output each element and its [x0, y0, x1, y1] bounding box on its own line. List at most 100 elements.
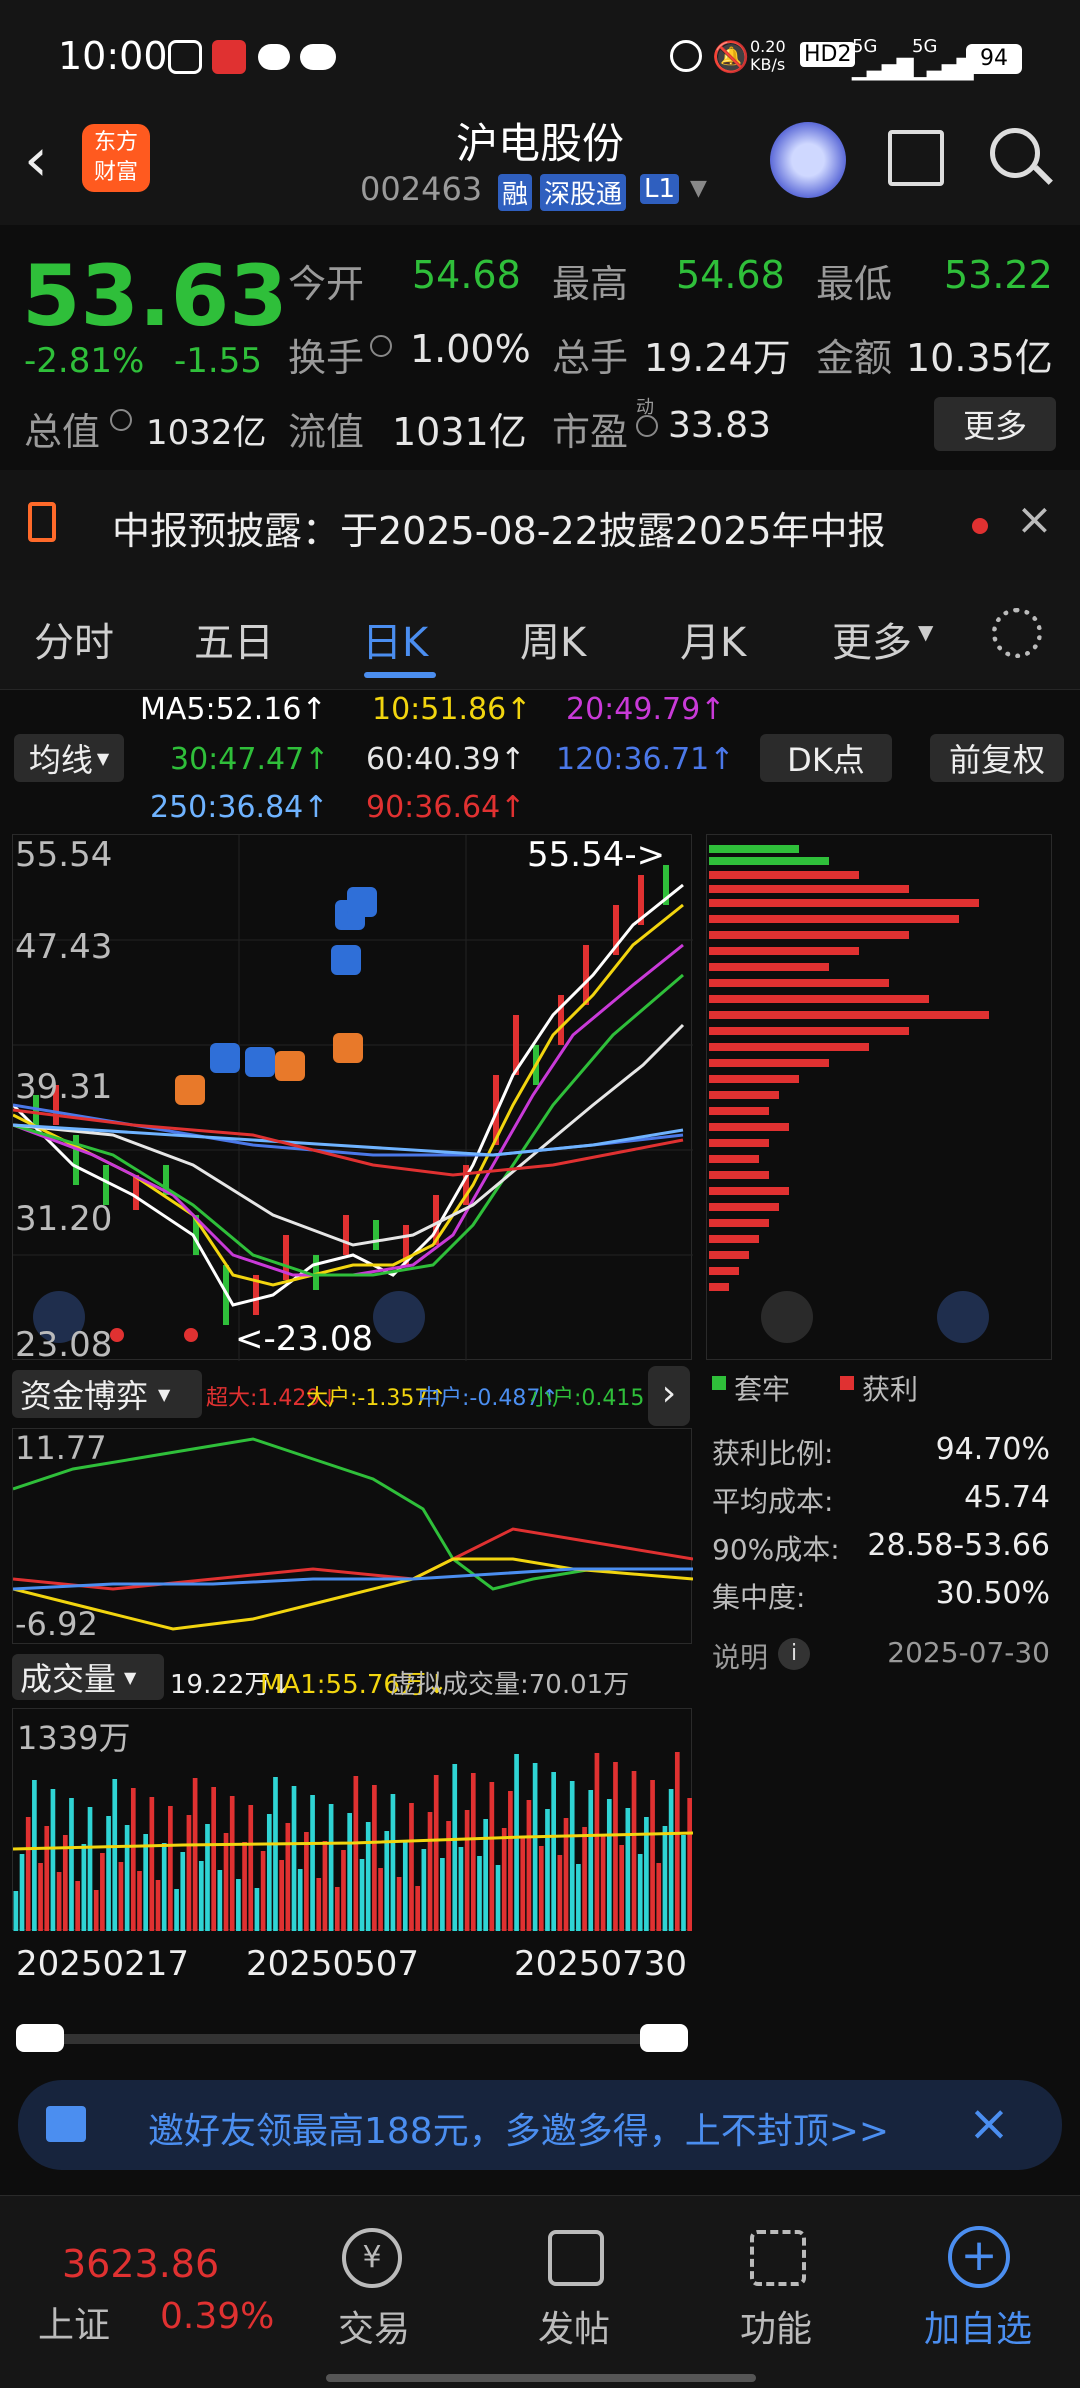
info-icon-pe[interactable] [636, 415, 658, 437]
volume-bar [236, 1879, 241, 1931]
indicator-selector-button[interactable]: 资金博弈 ▼ [12, 1370, 202, 1418]
chip-bar [709, 1107, 769, 1115]
ma-item: MA5:52.16↑ [140, 692, 327, 727]
chip-stat-label: 集中度: [712, 1581, 806, 1614]
add-watchlist-icon[interactable]: + [948, 2226, 1010, 2288]
signal-5g-2: 5G [912, 36, 938, 57]
volume-bar [69, 1798, 74, 1931]
volume-bar [347, 1813, 352, 1931]
volume-bar [594, 1753, 600, 1931]
close-icon[interactable]: × [1016, 494, 1053, 545]
scroll-left-button[interactable] [373, 1291, 425, 1343]
volume-bar [304, 1832, 309, 1931]
capital-chart[interactable]: 11.77 -6.92 [12, 1428, 694, 1644]
mute-icon: 🔕 [712, 40, 750, 75]
range-slider-track[interactable] [20, 2034, 686, 2044]
taobao-notification-icon [212, 40, 246, 74]
volume-selector-button[interactable]: 成交量 ▼ [12, 1654, 164, 1700]
mktcap-label: 总值 [24, 410, 101, 454]
next-indicator-icon[interactable]: › [648, 1366, 690, 1426]
close-banner-icon[interactable]: × [968, 2094, 1010, 2152]
signal-b-marker[interactable] [275, 1051, 305, 1081]
volume-bar [464, 1810, 470, 1931]
nav-post[interactable]: 发帖 [538, 2300, 610, 2352]
tab-five-day[interactable]: 五日 [194, 610, 274, 668]
invite-banner[interactable]: 邀好友领最高188元，多邀多得，上不封顶>> × [18, 2080, 1062, 2170]
volume-bar [260, 1851, 266, 1931]
volume-bar [180, 1852, 186, 1931]
signal-t-marker[interactable] [175, 1075, 205, 1105]
nav-trade[interactable]: 交易 [338, 2300, 410, 2352]
volume-bar [625, 1808, 631, 1931]
nav-add-watchlist[interactable]: 加自选 [924, 2300, 1032, 2352]
volume-bar [390, 1794, 396, 1931]
volume-bar [384, 1831, 390, 1931]
tab-daily-k[interactable]: 日K [362, 610, 428, 668]
volume-bar [532, 1763, 538, 1931]
info-icon-mktcap[interactable] [110, 409, 132, 431]
signal-t-marker[interactable] [333, 1033, 363, 1063]
change-pct: -2.81% [24, 341, 145, 381]
tag-l1: L1 [640, 174, 680, 204]
trade-icon[interactable]: ¥ [342, 2228, 402, 2288]
search-icon[interactable] [990, 128, 1040, 178]
candle [558, 995, 564, 1045]
volume-chart[interactable]: 1339万 [12, 1708, 694, 1931]
chip-bar [709, 885, 909, 893]
chip-next-button[interactable] [761, 1291, 813, 1343]
volume-bar [118, 1862, 124, 1931]
volume-bar [569, 1781, 575, 1931]
features-grid-icon[interactable] [750, 2230, 806, 2286]
volume-bar [415, 1886, 420, 1931]
adjust-mode-button[interactable]: 前复权 [930, 734, 1064, 782]
index-value[interactable]: 3623.86 [62, 2242, 219, 2286]
nav-features[interactable]: 功能 [740, 2300, 812, 2352]
signal-s-marker[interactable] [210, 1043, 240, 1073]
tab-monthly-k[interactable]: 月K [680, 610, 746, 668]
volume-bar [508, 1791, 513, 1931]
range-slider-left-handle[interactable] [16, 2024, 64, 2052]
settings-gear-icon[interactable] [992, 608, 1042, 658]
chip-bar [709, 915, 959, 923]
volume-bar [402, 1840, 408, 1931]
candle [373, 1220, 379, 1250]
chevron-down-icon[interactable]: ▼ [690, 176, 707, 201]
low-value: 53.22 [944, 253, 1053, 297]
tag-margin: 融 [498, 174, 533, 211]
range-slider-right-handle[interactable] [640, 2024, 688, 2052]
tab-intraday[interactable]: 分时 [34, 610, 114, 668]
post-icon[interactable] [548, 2230, 604, 2286]
signal-s-marker[interactable] [245, 1047, 275, 1077]
signal-s-marker[interactable] [347, 887, 377, 917]
kline-chart[interactable]: 55.54 47.43 39.31 31.20 23.08 55.54-> <-… [11, 834, 693, 1365]
open-label: 今开 [288, 262, 365, 306]
ma-item: 250:36.84↑ [150, 790, 329, 825]
volume-bar [297, 1869, 303, 1931]
info-icon-note[interactable]: i [778, 1638, 810, 1670]
more-button[interactable]: 更多 [934, 397, 1056, 451]
tab-weekly-k[interactable]: 周K [520, 610, 586, 668]
share-icon[interactable] [888, 130, 944, 186]
volume-bar [631, 1771, 637, 1931]
capital-ymax: 11.77 [15, 1429, 107, 1467]
robot-assistant-icon[interactable] [770, 122, 846, 198]
volume-bar [32, 1780, 37, 1931]
info-icon[interactable] [370, 335, 392, 357]
volume-bar [656, 1863, 662, 1931]
announcement-bar: 中报预披露：于2025-08-22披露2025年中报 × [0, 470, 1080, 580]
current-price: 53.63 [22, 247, 288, 345]
ma-selector-button[interactable]: 均线 ▼ [14, 734, 124, 782]
volume-bar [353, 1776, 359, 1931]
chip-note[interactable]: 说明 [712, 1636, 768, 1676]
chip-distribution[interactable] [706, 834, 1052, 1360]
volume-bar [56, 1872, 62, 1931]
announcement-text[interactable]: 中报预披露：于2025-08-22披露2025年中报 [112, 500, 886, 555]
volume-bar [446, 1821, 451, 1931]
tab-more[interactable]: 更多 [832, 610, 912, 668]
dk-point-button[interactable]: DK点 [760, 734, 892, 782]
volume-bar [186, 1815, 192, 1931]
volume-bar [458, 1847, 464, 1931]
signal-s-marker[interactable] [331, 945, 361, 975]
y-tick: 55.54 [15, 835, 113, 875]
expand-icon[interactable] [937, 1291, 989, 1343]
